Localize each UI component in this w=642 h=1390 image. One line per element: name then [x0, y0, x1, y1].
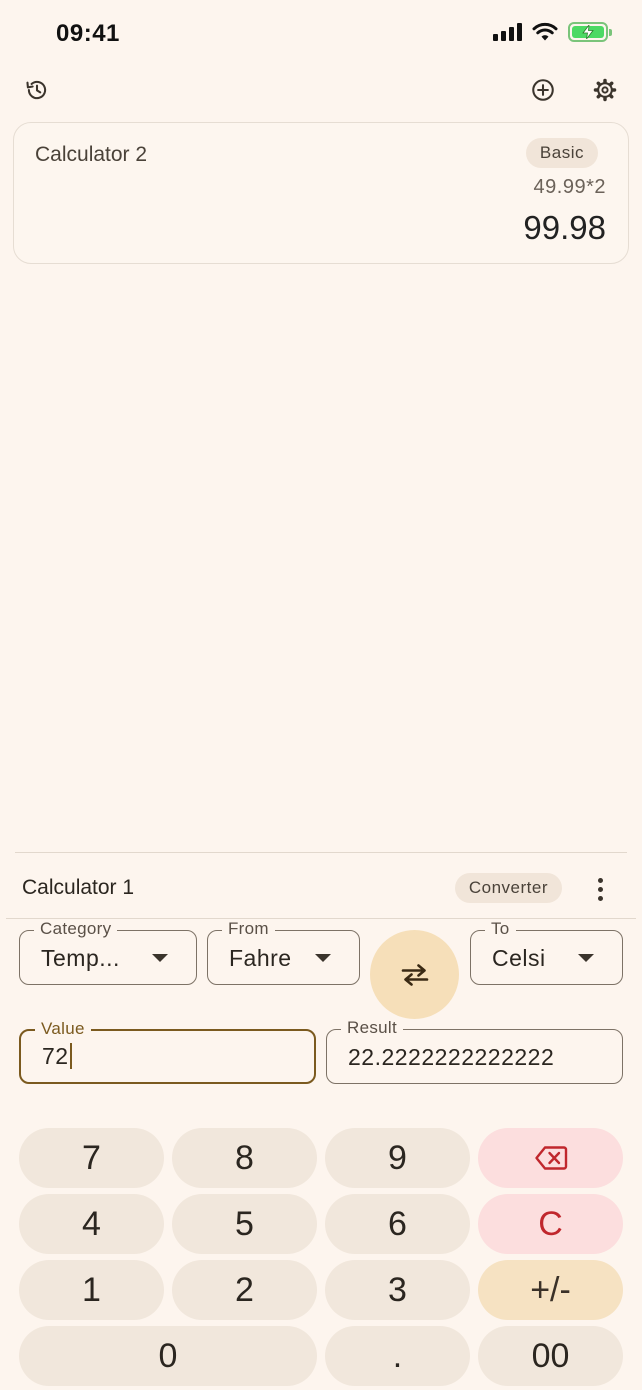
- to-label: To: [485, 919, 516, 939]
- section-divider: [15, 852, 627, 853]
- swap-units-button[interactable]: [370, 930, 459, 1019]
- from-value: Fahre: [229, 945, 292, 971]
- key-2[interactable]: 2: [172, 1260, 317, 1320]
- sign-toggle-button[interactable]: +/-: [478, 1260, 623, 1320]
- from-label: From: [222, 919, 275, 939]
- from-unit-dropdown[interactable]: From Fahre: [207, 919, 360, 985]
- result-output: Result 22.2222222222222: [326, 1018, 623, 1084]
- text-cursor: [69, 1043, 73, 1069]
- battery-icon: [568, 22, 612, 42]
- value-text: 72: [42, 1043, 69, 1069]
- more-vert-icon: [597, 877, 603, 883]
- wifi-icon: [532, 22, 558, 41]
- add-circle-icon: [532, 79, 554, 101]
- key-5[interactable]: 5: [172, 1194, 317, 1254]
- category-value: Temp...: [41, 945, 120, 971]
- result-label: Result: [341, 1018, 403, 1038]
- clear-button[interactable]: C: [478, 1194, 623, 1254]
- swap-arrows-icon: [401, 963, 428, 986]
- history-icon: [26, 80, 47, 100]
- key-double-zero[interactable]: 00: [478, 1326, 623, 1386]
- settings-button[interactable]: [589, 74, 621, 106]
- key-decimal[interactable]: .: [325, 1326, 470, 1386]
- caret-down-icon: [152, 954, 168, 962]
- key-8[interactable]: 8: [172, 1128, 317, 1188]
- key-6[interactable]: 6: [325, 1194, 470, 1254]
- key-3[interactable]: 3: [325, 1260, 470, 1320]
- key-4[interactable]: 4: [19, 1194, 164, 1254]
- status-time: 09:41: [56, 20, 120, 47]
- cellular-signal-icon: [493, 23, 522, 41]
- charging-bolt-icon: [582, 25, 594, 39]
- gear-icon: [593, 78, 617, 102]
- to-value: Celsi: [492, 945, 546, 971]
- caret-down-icon: [578, 954, 594, 962]
- result-value: 22.2222222222222: [348, 1044, 555, 1070]
- calculator-2-card[interactable]: Calculator 2 Basic 49.99*2 99.98: [13, 122, 629, 264]
- value-input[interactable]: Value 72: [19, 1019, 316, 1084]
- backspace-button[interactable]: [478, 1128, 623, 1188]
- key-0[interactable]: 0: [19, 1326, 317, 1386]
- caret-down-icon: [315, 954, 331, 962]
- key-1[interactable]: 1: [19, 1260, 164, 1320]
- value-label: Value: [35, 1019, 91, 1039]
- key-9[interactable]: 9: [325, 1128, 470, 1188]
- category-dropdown[interactable]: Category Temp...: [19, 919, 197, 985]
- to-unit-dropdown[interactable]: To Celsi: [470, 919, 623, 985]
- calculator-2-expression: 49.99*2: [533, 176, 606, 198]
- add-calculator-button[interactable]: [527, 74, 559, 106]
- app-screen: 09:41 Calculator 2 Basic 49.99*2 99.98 C…: [0, 0, 642, 1390]
- calculator-2-title: Calculator 2: [35, 143, 148, 166]
- calculator-1-mode-badge: Converter: [454, 873, 562, 903]
- more-options-button[interactable]: [586, 872, 614, 906]
- history-button[interactable]: [21, 74, 53, 106]
- backspace-icon: [534, 1146, 567, 1170]
- calculator-2-mode-badge: Basic: [525, 138, 598, 168]
- calculator-1-title: Calculator 1: [22, 876, 135, 899]
- status-bar: 09:41: [0, 0, 642, 70]
- category-label: Category: [34, 919, 118, 939]
- status-icons: [493, 22, 612, 42]
- key-7[interactable]: 7: [19, 1128, 164, 1188]
- calculator-2-result: 99.98: [523, 209, 606, 246]
